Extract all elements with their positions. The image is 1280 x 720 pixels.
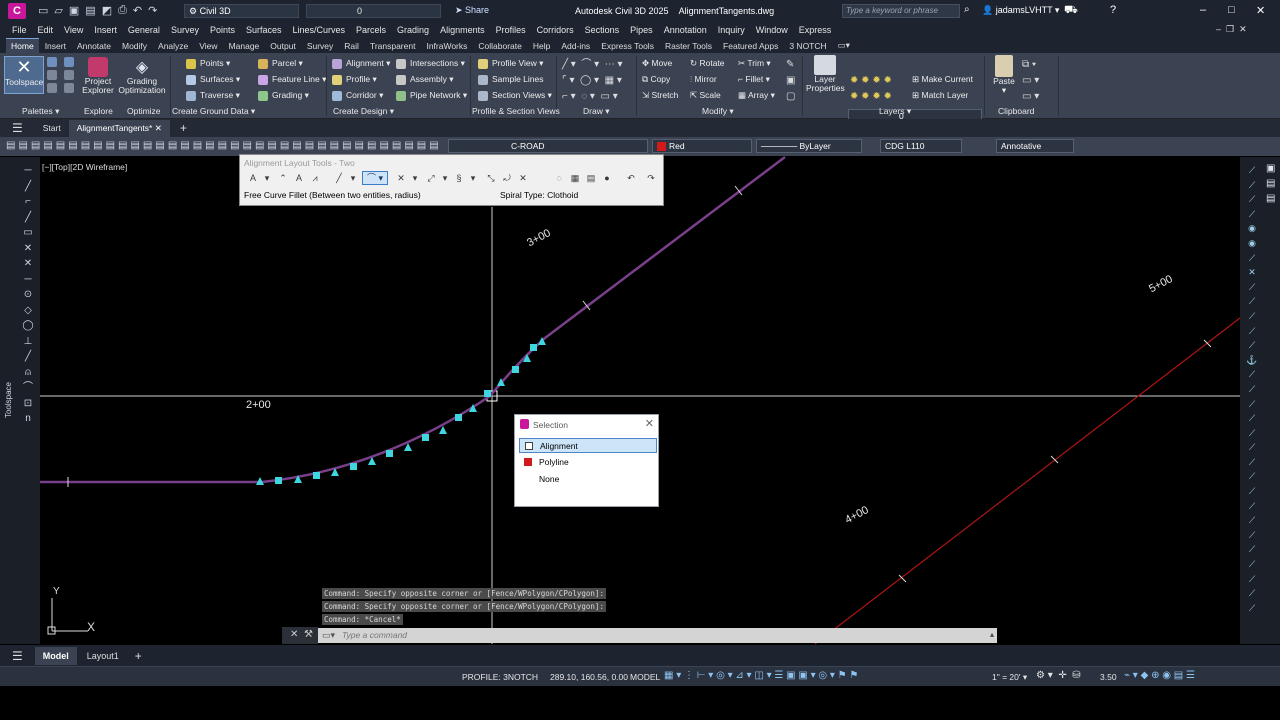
command-line-handle[interactable]: ✕ ⚒	[282, 627, 318, 644]
fixed-line-icon[interactable]: ╱	[332, 172, 346, 184]
option-label: Alignment	[540, 441, 578, 451]
option-label: Polyline	[539, 457, 569, 467]
model-space-toggle[interactable]: MODEL	[630, 672, 660, 682]
spiral-icon[interactable]: ✕	[394, 172, 408, 184]
drafting-toggle-icons[interactable]: ▦ ▾ ⋮ ⊢ ▾ ◎ ▾ ⊿ ▾ ◫ ▾ ☰ ▣ ▣ ▾ ◎ ▾ ⚑ ⚑	[664, 670, 858, 681]
annotation-scale[interactable]: 1" = 20' ▾	[992, 672, 1027, 683]
annotation-scale-label: 1" = 20'	[992, 672, 1021, 682]
dialog-title: Selection	[533, 420, 568, 430]
pi-break-icon[interactable]: ⩘	[308, 172, 322, 184]
polyline-swatch	[524, 458, 532, 466]
chevron-down-icon[interactable]: ▾	[408, 172, 422, 184]
option-none[interactable]: None	[519, 472, 657, 487]
pick-entity-icon[interactable]: ◌	[552, 172, 566, 184]
chevron-down-icon[interactable]: ▾	[346, 172, 360, 184]
profile-status: PROFILE: 3NOTCH	[462, 672, 539, 682]
drawing-geometry	[40, 156, 1241, 645]
grip	[350, 463, 357, 470]
chevron-down-icon[interactable]: ▾	[438, 172, 452, 184]
text-style-icon[interactable]: A	[246, 172, 260, 184]
alignment-swatch	[525, 442, 533, 450]
reverse-curve-icon[interactable]: §	[452, 172, 466, 184]
command-history-line: Command: *Cancel*	[322, 614, 403, 625]
close-icon[interactable]: ✕	[645, 417, 654, 430]
lineweight-value[interactable]: 3.50	[1100, 672, 1117, 682]
grips	[256, 337, 546, 485]
layout-tabs: ☰ Model Layout1 +	[0, 645, 1280, 666]
constraint-icon[interactable]: ●	[600, 172, 614, 184]
option-alignment[interactable]: Alignment	[519, 438, 657, 453]
tab-layout1[interactable]: Layout1	[77, 647, 129, 665]
status-tray-icons[interactable]: ⌁ ▾ ◆ ⊕ ◉ ▤ ☰	[1124, 670, 1195, 681]
grip	[455, 414, 462, 421]
new-layout-icon[interactable]: +	[129, 649, 148, 663]
command-placeholder: Type a command	[342, 630, 408, 640]
grid-view-icon[interactable]: ▤	[584, 172, 598, 184]
chevron-down-icon[interactable]: ▾	[260, 172, 274, 184]
alignment-layout-tools-toolbar: Alignment Layout Tools - Two A ▾ ⌃ A ⩘ ╱…	[239, 154, 664, 206]
grip	[530, 344, 537, 351]
chevron-up-icon[interactable]: ▴	[990, 630, 994, 639]
pi-insert-icon[interactable]: ⌃	[276, 172, 290, 184]
toolbar-title[interactable]: Alignment Layout Tools - Two	[244, 158, 355, 168]
grip	[386, 450, 393, 457]
viewport-controls[interactable]: [−][Top][2D Wireframe]	[42, 162, 127, 172]
station-label-200: 2+00	[246, 399, 271, 411]
chevron-down-icon[interactable]: ▾	[466, 172, 480, 184]
command-input[interactable]: ▭▾ Type a command ▴	[318, 628, 997, 643]
curve-spiral-icon[interactable]: ⤢	[424, 172, 438, 184]
spiral-type-label: Spiral Type: Clothoid	[500, 190, 579, 200]
polyline-line	[814, 317, 1241, 645]
free-curve-fillet-icon[interactable]: ⌒ ▾	[362, 171, 388, 185]
command-history-line: Command: Specify opposite corner or [Fen…	[322, 601, 606, 612]
grip	[512, 366, 519, 373]
grip	[484, 390, 491, 397]
reverse-direction-icon[interactable]: ⤾	[500, 172, 514, 184]
delete-entity-icon[interactable]: ✕	[516, 172, 530, 184]
command-history-line: Command: Specify opposite corner or [Fen…	[322, 588, 606, 599]
customize-icon[interactable]: ⚒	[304, 629, 313, 640]
redo-icon[interactable]: ↷	[644, 172, 658, 184]
screen-bottom	[0, 686, 1280, 720]
current-tool-label: Free Curve Fillet (Between two entities,…	[244, 190, 421, 200]
settings-icons[interactable]: ⚙ ▾ ✛ ⛁	[1036, 670, 1081, 681]
tab-model[interactable]: Model	[34, 646, 77, 665]
close-icon[interactable]: ✕	[290, 629, 298, 640]
recent-commands-icon[interactable]: ▭▾	[322, 630, 335, 641]
grip	[313, 472, 320, 479]
option-label: None	[539, 474, 560, 484]
ucs-y-label: Y	[53, 586, 60, 597]
option-polyline[interactable]: Polyline	[519, 455, 657, 470]
grip	[422, 434, 429, 441]
ucs-x-label: X	[87, 620, 96, 634]
selection-dialog: Selection ✕ Alignment Polyline None	[514, 414, 659, 507]
civil3d-icon	[520, 419, 529, 429]
grip	[275, 477, 282, 484]
status-bar: PROFILE: 3NOTCH 289.10, 160.56, 0.00 MOD…	[0, 666, 1280, 686]
coordinates-readout[interactable]: 289.10, 160.56, 0.00	[550, 672, 628, 682]
sub-entity-editor-icon[interactable]: ▦	[568, 172, 582, 184]
undo-icon[interactable]: ↶	[624, 172, 638, 184]
convert-icon[interactable]: ⤡	[484, 172, 498, 184]
hamburger-menu-icon[interactable]: ☰	[0, 649, 35, 663]
pi-delete-icon[interactable]: A	[292, 172, 306, 184]
